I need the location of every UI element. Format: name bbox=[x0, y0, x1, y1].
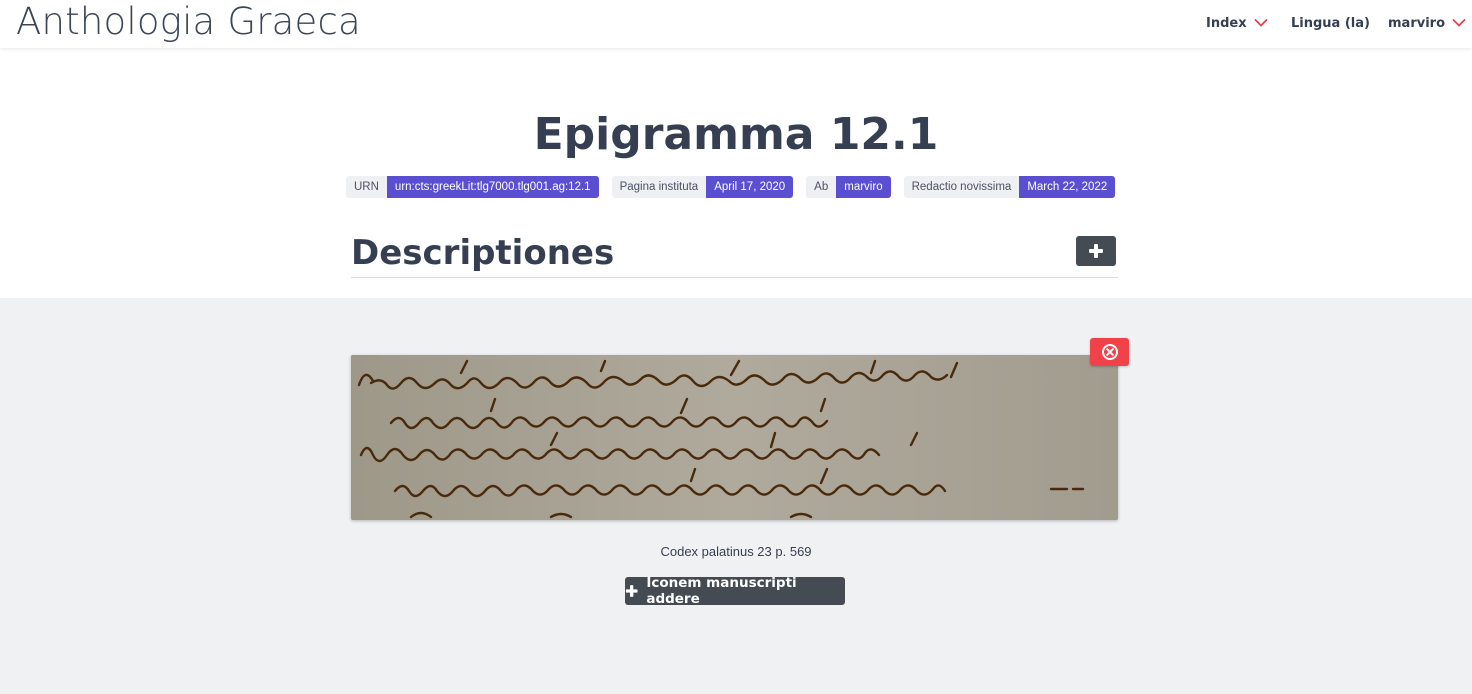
tag-value: April 17, 2020 bbox=[706, 176, 794, 198]
tag-key: Redactio novissima bbox=[903, 176, 1020, 198]
brand-logo[interactable]: Anthologia Graeca bbox=[16, 0, 361, 44]
page-title: Epigramma 12.1 bbox=[533, 109, 939, 160]
tag-value[interactable]: marviro bbox=[836, 176, 891, 198]
descriptions-header: Descriptiones bbox=[351, 232, 1118, 278]
manuscript-caption: Codex palatinus 23 p. 569 bbox=[660, 544, 812, 559]
descriptions-title: Descriptiones bbox=[351, 233, 615, 273]
meta-tags: URN urn:cts:greekLit:tlg7000.tlg001.ag:1… bbox=[346, 176, 1128, 198]
add-manuscript-image-label: Iconem manuscripti addere bbox=[646, 575, 797, 607]
manuscript-scan bbox=[351, 355, 1118, 520]
chevron-down-icon bbox=[1254, 19, 1268, 27]
nav-index-label: Index bbox=[1206, 15, 1247, 31]
tag-created: Pagina instituta April 17, 2020 bbox=[611, 176, 794, 198]
nav-language[interactable]: Lingua (la) bbox=[1291, 0, 1370, 46]
add-manuscript-image-button[interactable]: Iconem manuscripti addere bbox=[625, 575, 845, 607]
close-circle-icon bbox=[1101, 344, 1118, 360]
chevron-down-icon bbox=[1452, 19, 1466, 27]
tag-value: urn:cts:greekLit:tlg7000.tlg001.ag:12.1 bbox=[386, 176, 599, 198]
tag-author: Ab marviro bbox=[806, 176, 891, 198]
remove-image-button[interactable] bbox=[1090, 338, 1129, 366]
nav-index-dropdown[interactable]: Index bbox=[1206, 0, 1268, 46]
tag-urn: URN urn:cts:greekLit:tlg7000.tlg001.ag:1… bbox=[346, 176, 599, 198]
tag-key: URN bbox=[346, 176, 387, 198]
manuscript-image bbox=[351, 355, 1118, 520]
tag-key: Pagina instituta bbox=[611, 176, 707, 198]
tag-updated: Redactio novissima March 22, 2022 bbox=[903, 176, 1116, 198]
tag-key: Ab bbox=[806, 176, 837, 198]
plus-icon bbox=[1089, 244, 1103, 258]
tag-value: March 22, 2022 bbox=[1019, 176, 1116, 198]
plus-icon bbox=[625, 585, 638, 597]
nav-user-dropdown[interactable]: marviro bbox=[1388, 0, 1466, 46]
nav-language-label: Lingua (la) bbox=[1291, 15, 1370, 31]
nav-user-label: marviro bbox=[1388, 15, 1446, 31]
add-description-button[interactable] bbox=[1076, 236, 1116, 266]
top-navbar: Anthologia Graeca Index Lingua (la) marv… bbox=[0, 0, 1472, 48]
